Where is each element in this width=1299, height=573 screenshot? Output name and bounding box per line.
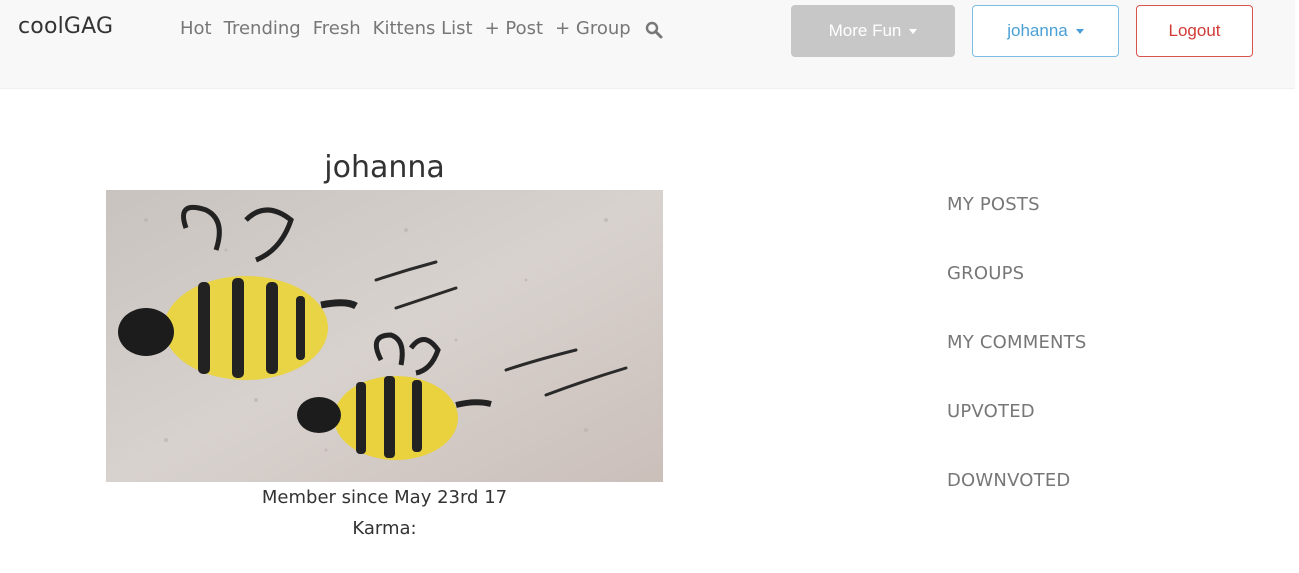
member-since: Member since May 23rd 17	[261, 487, 508, 508]
karma-label: Karma:	[352, 518, 417, 539]
nav-link-add-group[interactable]: + Group	[555, 18, 631, 39]
user-dropdown-label: johanna	[1007, 21, 1068, 40]
side-menu-upvoted[interactable]: UPVOTED	[947, 399, 1087, 468]
side-menu-groups[interactable]: GROUPS	[947, 261, 1087, 330]
more-fun-dropdown[interactable]: More Fun	[791, 5, 955, 57]
side-menu-my-comments[interactable]: MY COMMENTS	[947, 330, 1087, 399]
profile-name: johanna	[324, 150, 445, 185]
nav-link-hot[interactable]: Hot	[180, 18, 212, 39]
search-icon[interactable]	[645, 19, 663, 39]
logout-button[interactable]: Logout	[1136, 5, 1253, 57]
profile-side-menu: MY POSTS GROUPS MY COMMENTS UPVOTED DOWN…	[947, 192, 1087, 537]
brand-logo[interactable]: coolGAG	[18, 14, 113, 39]
caret-down-icon	[909, 28, 918, 34]
navbar: coolGAG Hot Trending Fresh Kittens List …	[0, 0, 1295, 89]
avatar	[106, 190, 663, 482]
more-fun-label: More Fun	[828, 21, 902, 40]
caret-down-icon	[1075, 28, 1084, 34]
side-menu-my-posts[interactable]: MY POSTS	[947, 192, 1087, 261]
nav-link-fresh[interactable]: Fresh	[313, 18, 361, 39]
nav-links: Hot Trending Fresh Kittens List + Post +…	[180, 18, 663, 39]
side-menu-downvoted[interactable]: DOWNVOTED	[947, 468, 1087, 537]
nav-link-add-post[interactable]: + Post	[485, 18, 543, 39]
nav-link-trending[interactable]: Trending	[224, 18, 301, 39]
user-dropdown[interactable]: johanna	[972, 5, 1119, 57]
nav-link-kittens-list[interactable]: Kittens List	[373, 18, 473, 39]
